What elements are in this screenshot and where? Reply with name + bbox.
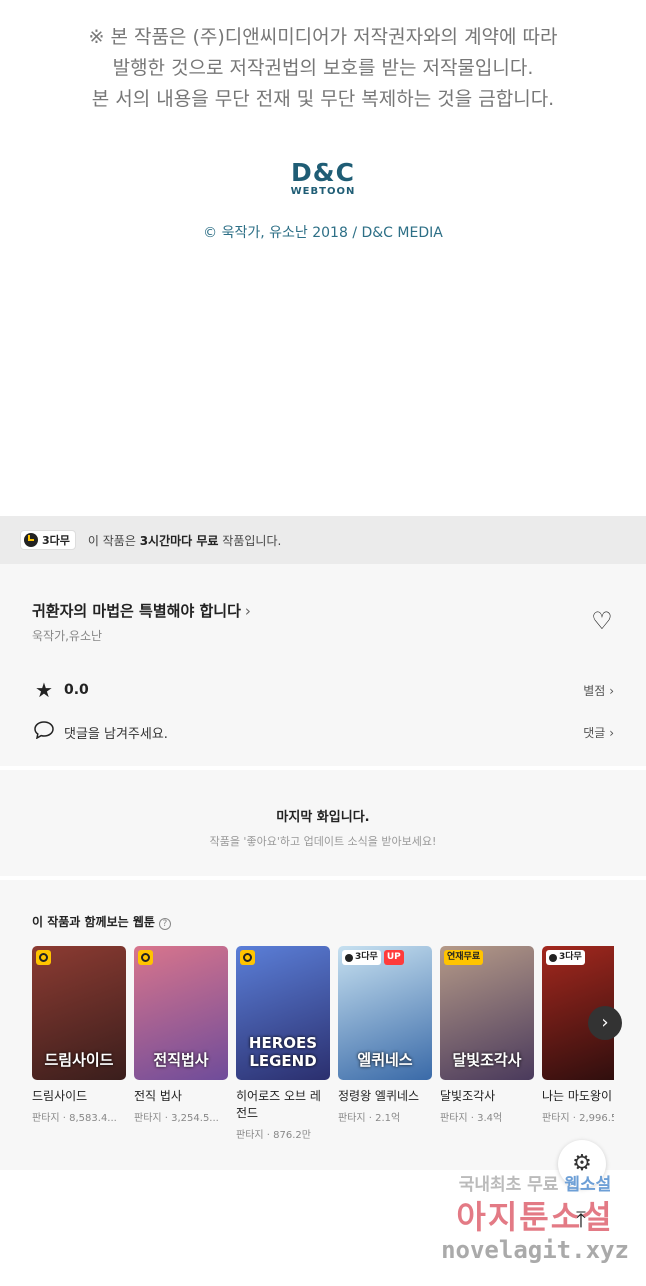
logo-bottom: WEBTOON: [290, 186, 356, 197]
clock-icon: [240, 950, 255, 965]
free-serial-tag: 연재무료: [444, 950, 484, 965]
chevron-right-icon: ›: [609, 725, 614, 740]
last-episode-heading: 마지막 화입니다.: [276, 810, 370, 825]
rating-value: 0.0: [64, 682, 89, 698]
free-info-bar: 3다무 이 작품은 3시간마다 무료 작품입니다.: [0, 516, 646, 564]
last-episode-sub: 작품을 '좋아요'하고 업데이트 소식을 받아보세요!: [209, 835, 437, 848]
badge-label: 3다무: [42, 534, 70, 547]
cover-image: 드림사이드: [32, 946, 126, 1080]
publisher-logo: D&C WEBTOON: [0, 160, 646, 198]
recommendation-card[interactable]: 3다무 UP 엘퀴네스정령왕 엘퀴네스판타지 · 2.1억: [338, 946, 432, 1124]
cover-title: 드림사이드: [44, 1051, 114, 1069]
cover-title: 전직법사: [153, 1051, 209, 1069]
work-title-link[interactable]: 귀환자의 마법은 특별해야 합니다 ›: [32, 600, 251, 621]
copyright-line: © 욱작가, 유소난 2018 / D&C MEDIA: [203, 225, 443, 241]
rating-row: ★ 0.0 별점 ›: [32, 678, 614, 702]
free-text-pre: 이 작품은: [87, 533, 140, 548]
three-hour-free-tag: 3다무: [546, 950, 585, 965]
tag-group: 연재무료: [444, 950, 484, 965]
chevron-right-icon: ›: [244, 602, 251, 620]
cover-image: 3다무 UP 엘퀴네스: [338, 946, 432, 1080]
card-title: 전직 법사: [134, 1089, 182, 1103]
clock-icon: [36, 950, 51, 965]
help-icon[interactable]: ?: [158, 918, 171, 930]
cover-image: HEROES LEGEND: [236, 946, 330, 1080]
tag-group: [36, 950, 51, 965]
comment-link-label: 댓글: [583, 725, 606, 740]
cover-image: 연재무료달빛조각사: [440, 946, 534, 1080]
free-text-post: 작품입니다.: [218, 533, 282, 548]
three-hour-free-tag: 3다무: [342, 950, 381, 965]
tag-group: 3다무 UP: [342, 950, 404, 965]
card-meta: 판타지 · 2.1억: [338, 1113, 401, 1124]
speech-bubble-icon: [32, 720, 56, 744]
copyright-notice: ※ 본 작품은 (주)디앤씨미디어가 저작권자와의 계약에 따라 발행한 것으로…: [0, 22, 646, 115]
tag-group: [138, 950, 153, 965]
clock-icon: [24, 533, 38, 547]
comment-row[interactable]: 댓글을 남겨주세요. 댓글 ›: [32, 720, 614, 744]
cover-image: 전직법사: [134, 946, 228, 1080]
next-arrow-icon[interactable]: ›: [588, 1006, 622, 1040]
logo-top: D&C: [291, 158, 355, 187]
card-title: 히어로즈 오브 레전드: [236, 1089, 321, 1120]
card-meta: 판타지 · 3.4억: [440, 1113, 503, 1124]
rating-link-label: 별점: [583, 683, 606, 698]
recommendations: 이 작품과 함께보는 웹툰? 드림사이드 드림사이드 판타지 · 8,583.4..…: [0, 880, 646, 1170]
card-title: 정령왕 엘퀴네스: [338, 1089, 420, 1103]
comment-link[interactable]: 댓글 ›: [583, 724, 614, 741]
rating-link[interactable]: 별점 ›: [583, 682, 614, 699]
cover-title: 달빛조각사: [452, 1051, 522, 1069]
recommendations-title-text: 이 작품과 함께보는 웹툰: [32, 915, 155, 929]
recommendations-title: 이 작품과 함께보는 웹툰?: [32, 913, 171, 930]
page: ※ 본 작품은 (주)디앤씨미디어가 저작권자와의 계약에 따라 발행한 것으로…: [0, 0, 646, 1286]
tag-group: [240, 950, 255, 965]
chevron-right-icon: ›: [609, 683, 614, 698]
work-title: 귀환자의 마법은 특별해야 합니다: [32, 602, 241, 620]
free-text-bold: 3시간마다 무료: [139, 533, 219, 548]
work-authors: 욱작가,유소난: [32, 629, 103, 643]
recommendation-card[interactable]: 드림사이드 드림사이드 판타지 · 8,583.4...: [32, 946, 126, 1124]
recommendation-card[interactable]: 전직법사전직 법사판타지 · 3,254.5...: [134, 946, 228, 1124]
tag-group: 3다무: [546, 950, 585, 965]
recommendation-list: 드림사이드 드림사이드 판타지 · 8,583.4... 전직법사 전직 법사 판타지 ·…: [32, 946, 614, 1146]
card-meta: 판타지 · 876.2만: [236, 1130, 311, 1141]
card-meta: 판타지 · 2,996.5: [542, 1113, 614, 1124]
cover-title: HEROES LEGEND: [248, 1034, 318, 1070]
work-info: 귀환자의 마법은 특별해야 합니다 › 욱작가,유소난 ♡ ★ 0.0 별점 › …: [0, 564, 646, 766]
recommendation-card[interactable]: 연재무료 달빛조각사 달빛조각사 판타지 · 3.4억: [440, 946, 534, 1124]
notice-line: 본 서의 내용을 무단 전재 및 무단 복제하는 것을 금합니다.: [91, 88, 555, 110]
recommendation-card[interactable]: HEROES LEGEND 히어로즈 오브 레전드판타지 · 876.2만: [236, 946, 330, 1141]
last-episode-notice: 마지막 화입니다. 작품을 '좋아요'하고 업데이트 소식을 받아보세요!: [0, 770, 646, 876]
watermark-brand: 아지툰소설: [456, 1198, 614, 1236]
star-icon: ★: [35, 678, 53, 702]
notice-line: 발행한 것으로 저작권법의 보호를 받는 저작물입니다.: [112, 57, 534, 79]
notice-line: ※ 본 작품은 (주)디앤씨미디어가 저작권자와의 계약에 따라: [88, 26, 558, 48]
card-meta: 판타지 · 8,583.4...: [32, 1113, 117, 1124]
comment-placeholder: 댓글을 남겨주세요.: [64, 726, 168, 742]
three-hour-free-badge: 3다무: [20, 530, 76, 550]
up-tag: UP: [383, 950, 404, 965]
card-title: 달빛조각사: [440, 1089, 496, 1103]
free-info-text: 이 작품은 3시간마다 무료 작품입니다.: [88, 532, 281, 549]
clock-icon: [138, 950, 153, 965]
watermark-url: novelagit.xyz: [441, 1236, 629, 1264]
heart-icon[interactable]: ♡: [589, 608, 615, 634]
card-title: 나는 마도왕이: [542, 1089, 613, 1103]
card-title: 드림사이드: [32, 1089, 88, 1103]
card-meta: 판타지 · 3,254.5...: [134, 1113, 219, 1124]
cover-title: 엘퀴네스: [357, 1051, 413, 1069]
